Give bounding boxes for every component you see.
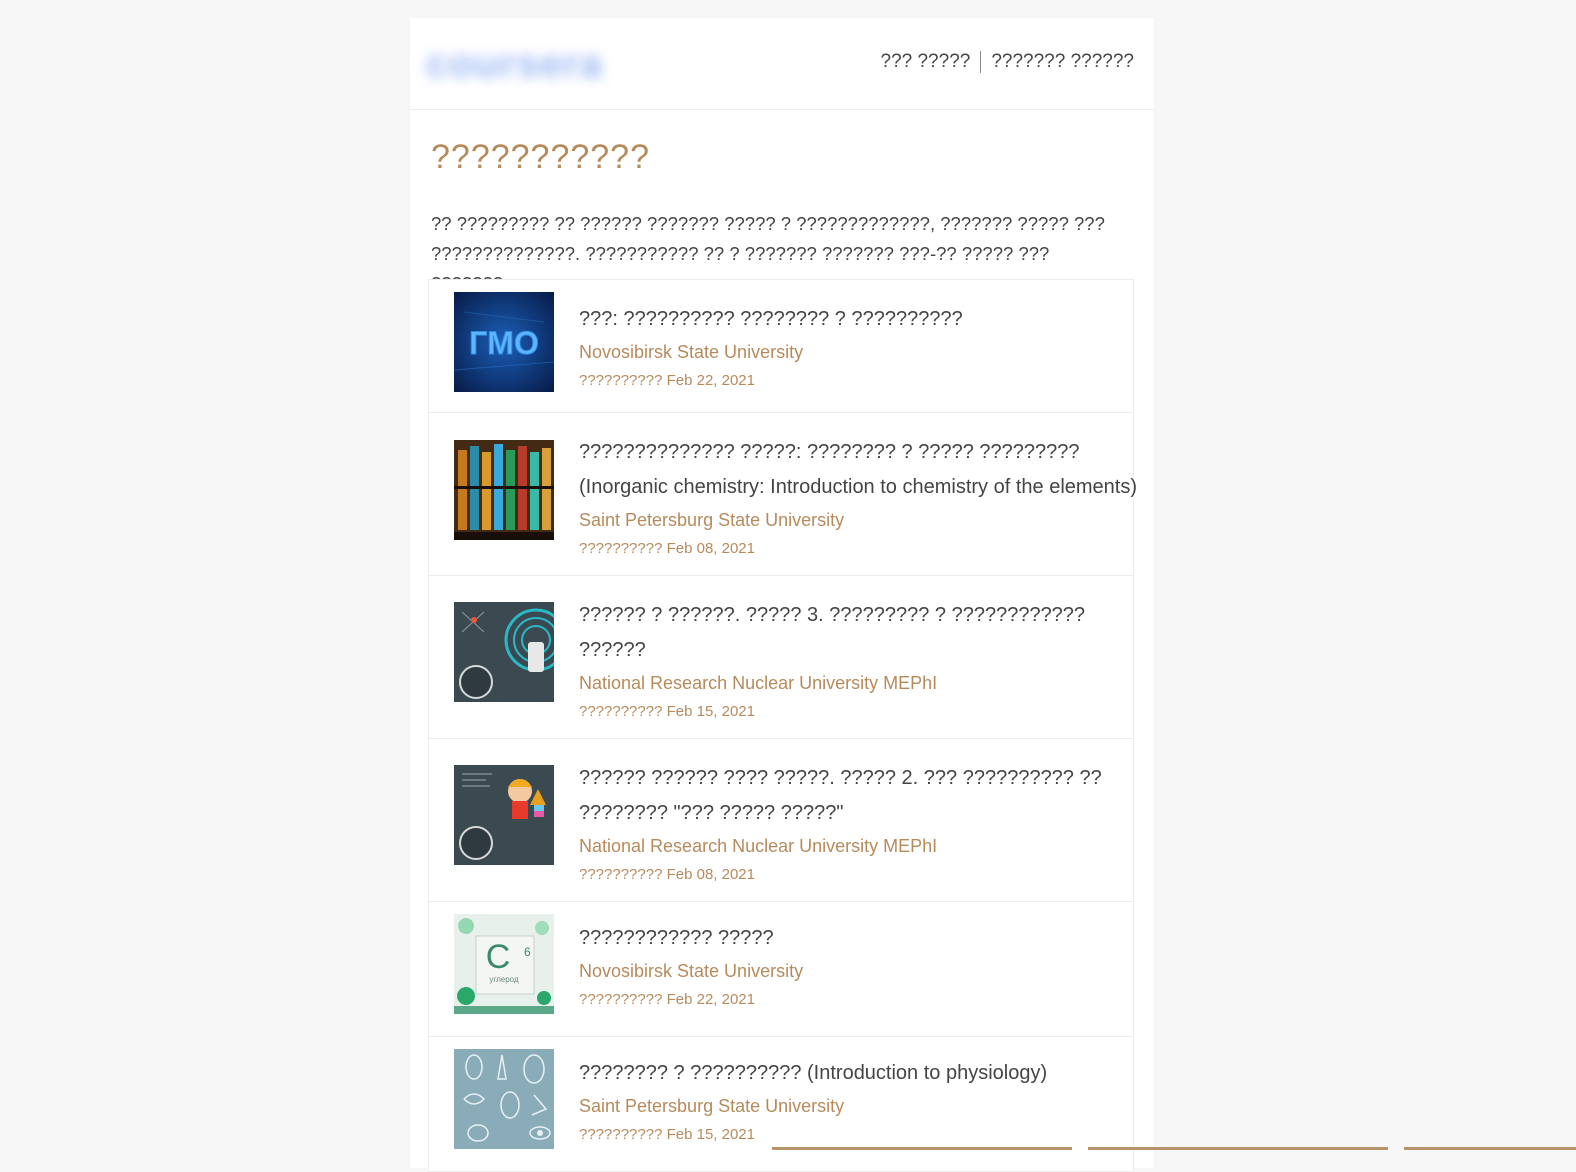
gmo-image: ГМО [454,292,554,392]
course-date: ?????????? Feb 22, 2021 [579,991,755,1008]
course-university: Novosibirsk State University [579,961,804,981]
course-date: ?????????? Feb 08, 2021 [579,866,755,883]
header-divider [980,51,982,73]
course-info: ?????? ? ??????. ????? 3. ????????? ? ??… [579,598,1139,726]
course-info: ?????? ?????? ???? ?????. ????? 2. ??? ?… [579,761,1139,889]
gmo-text: ГМО [469,325,539,361]
course-title-line-1[interactable]: ?????????????? ?????: ???????? ? ????? ?… [579,435,1139,470]
physics-image [454,602,554,702]
course-university: Novosibirsk State University [579,342,804,362]
course-item[interactable]: ГМО ???: ?????????? ???????? ? ?????????… [428,279,1134,413]
course-title-line-2[interactable]: ???????? "??? ????? ?????" [579,796,1139,831]
course-title[interactable]: ???????? ? ?????????? (Introduction to p… [579,1056,1139,1091]
carbon-symbol: C [486,938,511,976]
carbon-number: 6 [524,945,531,959]
course-title[interactable]: ???: ?????????? ???????? ? ?????????? [579,302,1139,337]
course-thumbnail-kids[interactable] [454,765,554,865]
course-date: ?????????? Feb 22, 2021 [579,372,755,389]
intro-line-1: ?? ????????? ?? ?????? ??????? ????? ? ?… [431,213,1105,234]
bottom-bar-1 [772,1147,1072,1150]
course-item[interactable]: ?????????????? ?????: ???????? ? ????? ?… [428,413,1137,576]
bottom-bar-3 [1404,1147,1576,1150]
physiology-image [454,1049,554,1149]
course-date: ?????????? Feb 15, 2021 [579,703,755,720]
header-link-1[interactable]: ??? ????? [881,51,971,73]
header-links: ??? ????? ??????? ?????? [881,51,1134,73]
email-container: coursera ??? ????? ??????? ?????? ??????… [410,18,1154,1172]
course-university: Saint Petersburg State University [579,510,845,530]
course-list: ГМО ???: ?????????? ???????? ? ?????????… [428,279,1137,1172]
course-item[interactable]: ???????? ? ?????????? (Introduction to p… [428,1037,1134,1172]
test-tubes-image [454,440,554,540]
course-info: ?????????????? ?????: ???????? ? ????? ?… [579,435,1139,563]
course-title-line-2[interactable]: (Inorganic chemistry: Introduction to ch… [579,470,1139,505]
course-thumbnail-gmo[interactable]: ГМО [454,292,554,392]
header-link-2[interactable]: ??????? ?????? [991,51,1134,73]
course-info: ???: ?????????? ???????? ? ?????????? No… [579,302,1139,395]
course-title-line-2[interactable]: ?????? [579,633,1139,668]
course-date: ?????????? Feb 15, 2021 [579,1126,755,1143]
email-header: coursera ??? ????? ??????? ?????? [410,18,1154,110]
course-info: ???????????? ????? Novosibirsk State Uni… [579,921,1139,1014]
course-title-line-1[interactable]: ?????? ?????? ???? ?????. ????? 2. ??? ?… [579,761,1139,796]
course-title[interactable]: ???????????? ????? [579,921,1139,956]
course-date: ?????????? Feb 08, 2021 [579,540,755,557]
page-title: ??????????? [431,138,651,176]
bottom-bar-2 [1088,1147,1388,1150]
carbon-label: углерод [489,975,519,984]
course-thumbnail-carbon[interactable]: C 6 углерод [454,914,554,1014]
cartoon-image [454,765,554,865]
course-thumbnail-chemistry[interactable] [454,440,554,540]
course-university: Saint Petersburg State University [579,1096,845,1116]
course-thumbnail-physics[interactable] [454,602,554,702]
course-item[interactable]: ?????? ?????? ???? ?????. ????? 2. ??? ?… [428,739,1134,902]
course-item[interactable]: C 6 углерод ???????????? ????? Novosibir… [428,902,1134,1037]
course-info: ???????? ? ?????????? (Introduction to p… [579,1056,1139,1149]
coursera-logo[interactable]: coursera [426,42,603,87]
course-university: National Research Nuclear University MEP… [579,673,938,693]
course-thumbnail-physiology[interactable] [454,1049,554,1149]
carbon-image: C 6 углерод [454,914,554,1014]
course-item[interactable]: ?????? ? ??????. ????? 3. ????????? ? ??… [428,576,1134,739]
course-university: National Research Nuclear University MEP… [579,836,938,856]
course-title-line-1[interactable]: ?????? ? ??????. ????? 3. ????????? ? ??… [579,598,1139,633]
